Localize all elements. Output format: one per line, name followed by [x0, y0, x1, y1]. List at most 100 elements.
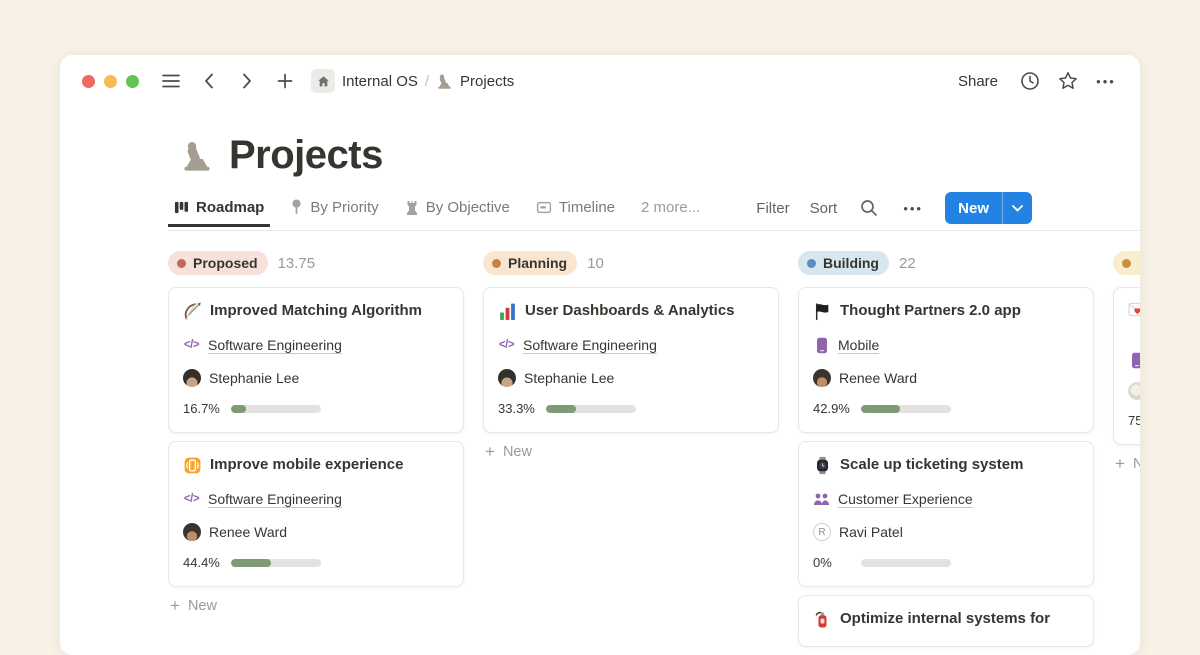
progress-row: 33.3%	[498, 401, 764, 416]
forward-icon[interactable]	[235, 69, 259, 93]
tab-label: Timeline	[559, 199, 615, 216]
project-card[interactable]: User Dashboards & Analytics </> Software…	[483, 287, 779, 433]
tab-roadmap[interactable]: Roadmap	[168, 199, 270, 226]
fire-extinguisher-icon	[813, 610, 832, 629]
minimize-window-button[interactable]	[104, 75, 117, 88]
person[interactable]: Renee Ward	[813, 368, 1079, 388]
column-planning: Planning 10 User Dashboards & Analytics …	[483, 251, 779, 655]
status-dot	[807, 259, 816, 268]
star-icon[interactable]	[1056, 69, 1080, 93]
card-title: Improve mobile experience	[210, 454, 403, 476]
status-dot	[1122, 259, 1131, 268]
sort-button[interactable]: Sort	[810, 200, 838, 217]
tab-by-objective[interactable]: By Objective	[399, 199, 516, 226]
project-card[interactable]: Thought Partners 2.0 app Mobile Renee Wa…	[798, 287, 1094, 433]
status-dot	[492, 259, 501, 268]
tag-label: Customer Experience	[838, 489, 973, 509]
tab-timeline[interactable]: Timeline	[530, 199, 621, 226]
vibration-phone-icon	[183, 456, 202, 475]
team-tag[interactable]	[1128, 352, 1140, 369]
team-tag[interactable]: </> Software Engineering	[498, 335, 764, 355]
progress-row: 16.7%	[183, 401, 449, 416]
filter-button[interactable]: Filter	[756, 200, 789, 217]
progress-value: 0%	[813, 555, 853, 570]
tab-label: By Priority	[310, 199, 378, 216]
team-tag[interactable]: Mobile	[813, 335, 1079, 355]
add-card-button[interactable]: + New	[1115, 455, 1140, 472]
progress-value: 33.3%	[498, 401, 538, 416]
progress-value: 75%	[1128, 413, 1140, 428]
plus-icon: +	[170, 597, 180, 614]
tab-more-views[interactable]: 2 more...	[635, 199, 706, 226]
plus-icon: +	[485, 443, 495, 460]
bar-chart-icon	[498, 302, 517, 321]
people-icon	[813, 491, 830, 508]
status-badge[interactable]: Proposed	[168, 251, 268, 275]
microscope-icon	[436, 73, 453, 90]
home-icon[interactable]	[311, 69, 335, 93]
column-building: Building 22 Thought Partners 2.0 app Mob…	[798, 251, 1094, 655]
zoom-window-button[interactable]	[126, 75, 139, 88]
new-page-icon[interactable]	[273, 69, 297, 93]
column-count: 10	[587, 255, 604, 272]
breadcrumb: Internal OS / Projects	[311, 69, 514, 93]
search-icon[interactable]	[857, 196, 881, 220]
team-tag[interactable]: </> Software Engineering	[183, 489, 449, 509]
watch-icon	[813, 456, 832, 475]
team-tag[interactable]: Customer Experience	[813, 489, 1079, 509]
avatar	[1128, 382, 1140, 400]
person[interactable]: Stephanie Lee	[498, 368, 764, 388]
clock-icon[interactable]	[1018, 69, 1042, 93]
progress-bar	[231, 559, 321, 567]
breadcrumb-workspace[interactable]: Internal OS	[342, 73, 418, 90]
new-button[interactable]: New	[945, 192, 1032, 224]
status-label: Planning	[508, 255, 567, 271]
menu-icon[interactable]	[159, 69, 183, 93]
status-badge[interactable]: Building	[798, 251, 889, 275]
view-tabbar: Roadmap By Priority By Objective Timelin…	[168, 194, 1140, 231]
avatar	[813, 369, 831, 387]
breadcrumb-page[interactable]: Projects	[460, 73, 514, 90]
column-count: 13.75	[278, 255, 316, 272]
person[interactable]: Stephanie Lee	[183, 368, 449, 388]
project-card[interactable]: Improve mobile experience </> Software E…	[168, 441, 464, 587]
view-more-icon[interactable]: •••	[901, 196, 925, 220]
add-card-button[interactable]: + New	[485, 443, 779, 460]
love-letter-icon	[1128, 300, 1140, 319]
share-button[interactable]: Share	[958, 73, 998, 90]
card-title: Improved Matching Algorithm	[210, 300, 422, 322]
tab-by-priority[interactable]: By Priority	[284, 199, 384, 226]
person[interactable]: Renee Ward	[183, 522, 449, 542]
bow-arrow-icon	[183, 302, 202, 321]
more-options-icon[interactable]: •••	[1094, 69, 1118, 93]
progress-bar	[861, 559, 951, 567]
new-button-label[interactable]: New	[945, 192, 1002, 224]
person-name: Renee Ward	[839, 368, 917, 388]
status-badge[interactable]: Planning	[483, 251, 577, 275]
person[interactable]: R Ravi Patel	[813, 522, 1079, 542]
code-icon: </>	[183, 491, 200, 508]
card-title: Thought Partners 2.0 app	[840, 300, 1021, 322]
person-name: Renee Ward	[209, 522, 287, 542]
project-card[interactable]: Optimize internal systems for	[798, 595, 1094, 647]
status-badge[interactable]	[1113, 251, 1140, 275]
project-card[interactable]: 75%	[1113, 287, 1140, 445]
close-window-button[interactable]	[82, 75, 95, 88]
person[interactable]	[1128, 382, 1140, 400]
project-card[interactable]: Improved Matching Algorithm </> Software…	[168, 287, 464, 433]
add-card-label: New	[188, 598, 217, 614]
progress-row: 75%	[1128, 413, 1140, 428]
add-card-label: New	[1133, 456, 1140, 472]
progress-bar	[231, 405, 321, 413]
team-tag[interactable]: </> Software Engineering	[183, 335, 449, 355]
back-icon[interactable]	[197, 69, 221, 93]
project-card[interactable]: Scale up ticketing system Customer Exper…	[798, 441, 1094, 587]
plus-icon: +	[1115, 455, 1125, 472]
rook-icon	[405, 200, 419, 215]
chevron-down-icon[interactable]	[1002, 192, 1032, 224]
board-icon	[174, 200, 189, 215]
column-count: 22	[899, 255, 916, 272]
add-card-button[interactable]: + New	[170, 597, 464, 614]
person-name: Stephanie Lee	[209, 368, 299, 388]
status-label: Building	[823, 255, 879, 271]
